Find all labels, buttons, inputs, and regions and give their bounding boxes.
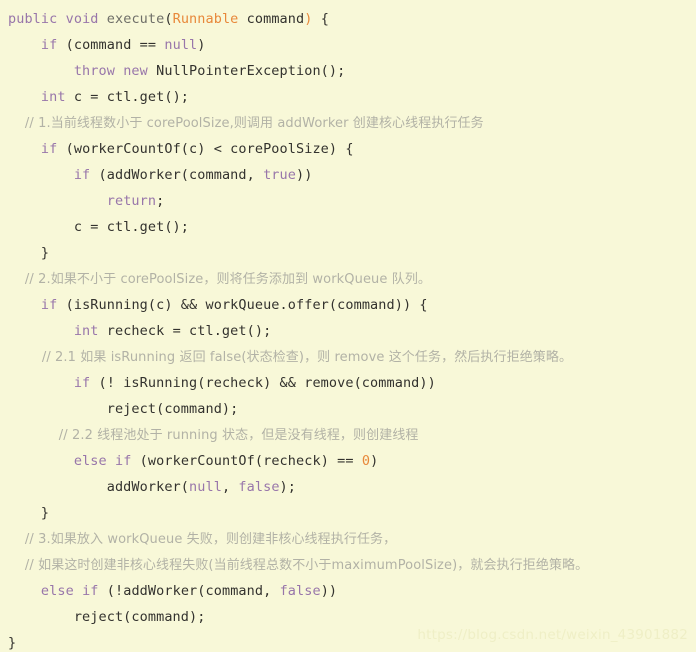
code-token-plain: addWorker(	[8, 479, 190, 495]
code-token-keyword: false	[238, 479, 280, 495]
code-token-keyword: false	[279, 583, 321, 599]
code-token-keyword: if	[114, 453, 132, 469]
code-token-keyword: null	[189, 479, 222, 495]
code-token-plain: )	[197, 37, 206, 53]
code-token-comment: // 2.2 线程池处于 running 状态，但是没有线程，则创建线程	[8, 428, 419, 443]
code-token-keyword: int	[73, 323, 99, 339]
code-token-keyword: return	[106, 193, 157, 209]
code-token-plain: }	[8, 505, 50, 521]
code-token-plain: (isRunning(c) && workQueue.offer(command…	[57, 297, 428, 313]
code-token-plain: NullPointerException();	[147, 63, 346, 79]
code-line: // 2.1 如果 isRunning 返回 false(状态检查)，则 rem…	[0, 344, 696, 370]
code-line: // 3.如果放入 workQueue 失败，则创建非核心线程执行任务，	[0, 526, 696, 552]
code-token-plain: c = ctl.get();	[8, 219, 190, 235]
code-line: if (isRunning(c) && workQueue.offer(comm…	[0, 292, 696, 318]
code-token-plain: reject(command);	[8, 401, 239, 417]
code-token-comment: // 2.1 如果 isRunning 返回 false(状态检查)，则 rem…	[8, 350, 573, 365]
code-token-keyword: if	[40, 141, 58, 157]
code-token-plain: reject(command);	[8, 609, 206, 625]
code-line: int c = ctl.get();	[0, 84, 696, 110]
code-line: if (! isRunning(recheck) && remove(comma…	[0, 370, 696, 396]
code-token-keyword: if	[40, 297, 58, 313]
code-line: // 2.2 线程池处于 running 状态，但是没有线程，则创建线程	[0, 422, 696, 448]
code-token-plain: }	[8, 635, 17, 651]
code-token-plain: (!addWorker(command,	[98, 583, 280, 599]
code-token-keyword: null	[164, 37, 198, 53]
code-token-plain: c = ctl.get();	[65, 89, 190, 105]
code-token-plain: ;	[156, 193, 165, 209]
code-line: public void execute(Runnable command) {	[0, 6, 696, 32]
code-token-comment: // 1.当前线程数小于 corePoolSize,则调用 addWorker …	[8, 116, 484, 131]
code-token-number: 0	[361, 453, 371, 469]
code-line: reject(command);	[0, 396, 696, 422]
code-token-plain: command	[238, 11, 305, 27]
code-line: }	[0, 500, 696, 526]
code-line: int recheck = ctl.get();	[0, 318, 696, 344]
code-token-plain: recheck = ctl.get();	[98, 323, 272, 339]
code-line: if (command == null)	[0, 32, 696, 58]
watermark-text: https://blog.csdn.net/weixin_43901882	[417, 627, 688, 643]
code-token-plain: (workerCountOf(recheck) ==	[131, 453, 362, 469]
code-token-punct: (	[164, 11, 173, 27]
code-token-plain: (! isRunning(recheck) && remove(command)…	[90, 375, 436, 391]
code-token-keyword: if	[73, 375, 91, 391]
code-token-keyword: int	[40, 89, 66, 105]
code-token-type: Runnable	[172, 11, 239, 27]
code-line: if (addWorker(command, true))	[0, 162, 696, 188]
code-line: }	[0, 240, 696, 266]
code-line: return;	[0, 188, 696, 214]
code-token-plain: )	[370, 453, 379, 469]
code-token-plain: ))	[320, 583, 338, 599]
code-line: throw new NullPointerException();	[0, 58, 696, 84]
code-token-method: execute	[106, 11, 165, 27]
code-token-keyword: else	[73, 453, 107, 469]
code-token-keyword: if	[82, 583, 99, 599]
code-token-keyword: void	[65, 11, 99, 27]
code-line: // 2.如果不小于 corePoolSize，则将任务添加到 workQueu…	[0, 266, 696, 292]
code-token-comment: // 2.如果不小于 corePoolSize，则将任务添加到 workQueu…	[8, 272, 432, 287]
code-token-keyword: throw	[73, 63, 115, 79]
code-token-plain: ))	[296, 167, 313, 183]
code-line: if (workerCountOf(c) < corePoolSize) {	[0, 136, 696, 162]
code-token-plain: (workerCountOf(c) < corePoolSize) {	[57, 141, 354, 157]
code-token-keyword: if	[40, 37, 58, 53]
code-token-keyword: if	[73, 167, 91, 183]
code-line: addWorker(null, false);	[0, 474, 696, 500]
code-token-plain: (command ==	[57, 37, 165, 53]
code-token-keyword: public	[8, 11, 58, 27]
code-line: c = ctl.get();	[0, 214, 696, 240]
code-line: // 如果这时创建非核心线程失败(当前线程总数不小于maximumPoolSiz…	[0, 552, 696, 578]
code-token-plain: ,	[221, 479, 239, 495]
code-block[interactable]: public void execute(Runnable command) { …	[0, 0, 696, 652]
code-line: // 1.当前线程数小于 corePoolSize,则调用 addWorker …	[0, 110, 696, 136]
code-token-plain: }	[8, 245, 50, 261]
code-token-plain: (addWorker(command,	[90, 167, 264, 183]
code-token-plain: {	[312, 11, 329, 27]
code-line: else if (workerCountOf(recheck) == 0)	[0, 448, 696, 474]
code-token-comment: // 3.如果放入 workQueue 失败，则创建非核心线程执行任务，	[8, 532, 397, 547]
code-token-keyword: new	[123, 63, 148, 79]
code-screenshot: public void execute(Runnable command) { …	[0, 0, 696, 652]
code-token-comment: // 如果这时创建非核心线程失败(当前线程总数不小于maximumPoolSiz…	[8, 558, 589, 573]
code-line: else if (!addWorker(command, false))	[0, 578, 696, 604]
code-token-keyword: true	[263, 167, 296, 183]
code-token-plain: );	[279, 479, 297, 495]
code-token-keyword: else	[40, 583, 74, 599]
